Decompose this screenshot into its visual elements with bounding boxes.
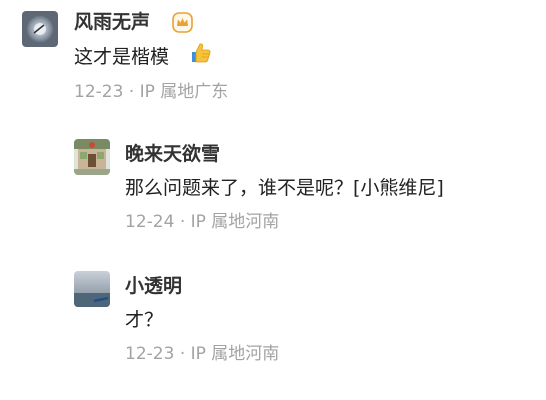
comment-meta: 12-24 · IP 属地河南 <box>125 211 279 233</box>
comment-meta: 12-23 · IP 属地广东 <box>74 81 228 103</box>
vip-crown-badge-icon <box>172 12 193 33</box>
comment-date: 12-23 <box>125 344 175 364</box>
comment-text: 那么问题来了，谁不是呢？[小熊维尼] <box>125 177 444 199</box>
comment-date: 12-23 <box>74 82 124 102</box>
ip-location: · IP 属地河南 <box>179 344 280 364</box>
comment-text: 这才是楷模 <box>74 46 170 68</box>
comment-date: 12-24 <box>125 212 175 232</box>
username[interactable]: 风雨无声 <box>74 10 150 34</box>
avatar[interactable] <box>74 139 110 175</box>
comment-text: 才？ <box>125 309 164 331</box>
ip-location: · IP 属地河南 <box>179 212 280 232</box>
thumbs-up-icon <box>189 41 213 65</box>
username[interactable]: 晚来天欲雪 <box>125 142 220 166</box>
avatar[interactable] <box>74 271 110 307</box>
username[interactable]: 小透明 <box>125 274 182 298</box>
ip-location: · IP 属地广东 <box>128 82 229 102</box>
comment-meta: 12-23 · IP 属地河南 <box>125 343 279 365</box>
avatar[interactable] <box>22 11 58 47</box>
